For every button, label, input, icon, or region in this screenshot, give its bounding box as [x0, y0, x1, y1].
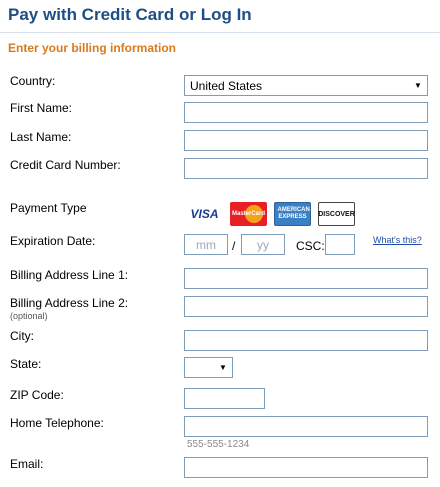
mastercard-logo-icon: MasterCard	[230, 202, 267, 226]
zip-input[interactable]	[184, 388, 265, 409]
csc-label: CSC:	[296, 239, 325, 253]
csc-input[interactable]	[325, 234, 355, 255]
payment-cards: VISA MasterCard AMERICAN EXPRESS DISCOVE…	[186, 202, 355, 226]
billing-line1-input[interactable]	[184, 268, 428, 289]
email-input[interactable]	[184, 457, 428, 478]
discover-logo-icon: DISCOVER	[318, 202, 355, 226]
state-select[interactable]: ▼	[184, 357, 233, 378]
city-input[interactable]	[184, 330, 428, 351]
exp-month-input[interactable]	[184, 234, 228, 255]
state-label: State:	[10, 357, 42, 371]
email-label: Email:	[10, 457, 44, 471]
billing-line2-label: Billing Address Line 2:	[10, 296, 129, 310]
billing-line1-label: Billing Address Line 1:	[10, 268, 129, 282]
first-name-input[interactable]	[184, 102, 428, 123]
card-number-label: Credit Card Number:	[10, 158, 121, 172]
chevron-down-icon: ▼	[219, 363, 227, 372]
last-name-label: Last Name:	[10, 130, 72, 144]
country-value: United States	[190, 78, 263, 93]
phone-format-hint: 555-555-1234	[187, 439, 250, 450]
phone-label: Home Telephone:	[10, 416, 104, 430]
expiration-label: Expiration Date:	[10, 234, 96, 248]
payment-type-label: Payment Type	[10, 201, 87, 215]
zip-label: ZIP Code:	[10, 388, 64, 402]
exp-separator: /	[232, 239, 236, 253]
city-label: City:	[10, 329, 34, 343]
country-select[interactable]: United States ▼	[184, 75, 428, 96]
visa-logo-icon: VISA	[190, 207, 219, 221]
card-number-input[interactable]	[184, 158, 428, 179]
exp-year-input[interactable]	[241, 234, 285, 255]
billing-line2-input[interactable]	[184, 296, 428, 317]
last-name-input[interactable]	[184, 130, 428, 151]
title-divider	[0, 32, 440, 33]
country-label: Country:	[10, 74, 56, 88]
phone-input[interactable]	[184, 416, 428, 437]
page-title: Pay with Credit Card or Log In	[8, 5, 252, 24]
section-subtitle: Enter your billing information	[8, 41, 176, 55]
whats-this-link[interactable]: What's this?	[373, 235, 422, 245]
chevron-down-icon: ▼	[414, 81, 422, 90]
first-name-label: First Name:	[10, 101, 73, 115]
amex-logo-icon: AMERICAN EXPRESS	[274, 202, 311, 226]
optional-note: (optional)	[10, 311, 48, 321]
